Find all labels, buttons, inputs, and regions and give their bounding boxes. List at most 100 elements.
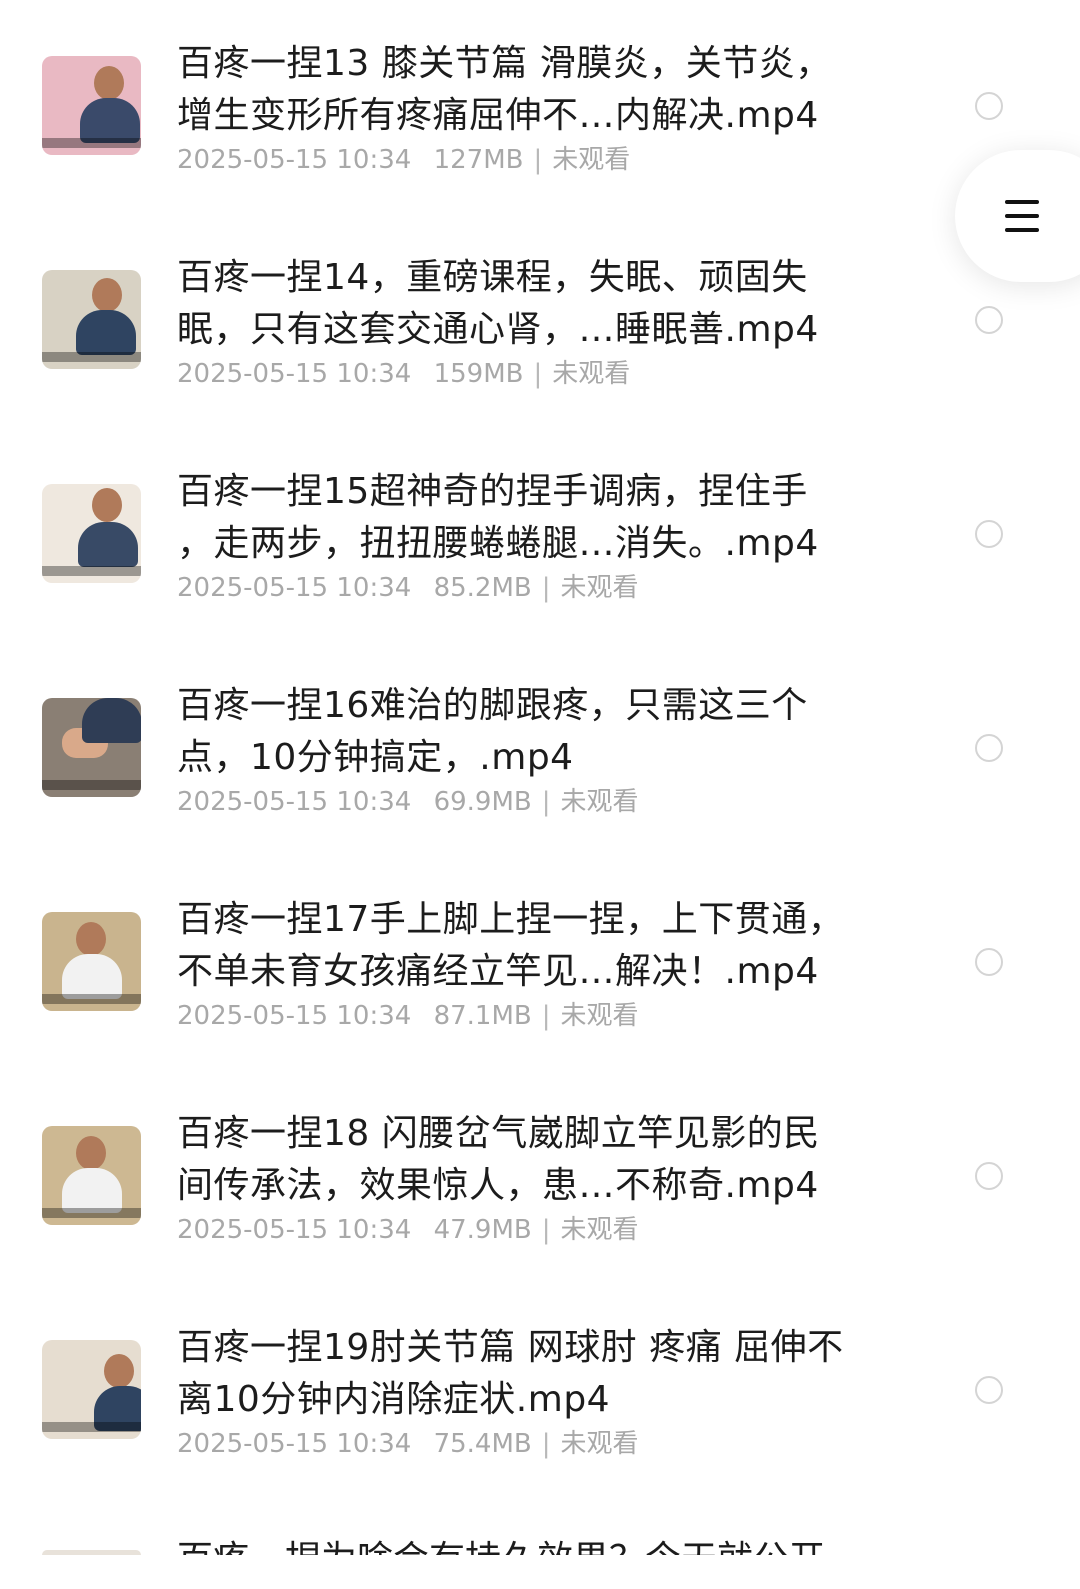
video-list: 百疼一捏13 膝关节篇 滑膜炎，关节炎， 增生变形所有疼痛屈伸不…内解决.mp4…	[0, 0, 1080, 1589]
list-item[interactable]: 百疼一捏17手上脚上捏一捏，上下贯通， 不单未育女孩痛经立竿见…解决！.mp4 …	[0, 856, 1080, 1070]
floating-menu-button[interactable]	[955, 150, 1080, 282]
video-status: 未观看	[552, 145, 631, 175]
video-title-line2: ，走两步，扭扭腰蜷蜷腿…消失。.mp4	[177, 523, 819, 564]
video-title-line1: 百疼一捏14，重磅课程，失眠、顽固失	[177, 257, 808, 298]
thumbnail-caption-bar	[42, 994, 141, 1004]
video-title[interactable]: 百疼一捏15超神奇的捏手调病，捏住手 ，走两步，扭扭腰蜷蜷腿…消失。.mp4	[177, 466, 877, 570]
list-item[interactable]: 百疼一捏16难治的脚跟疼，只需这三个 点，10分钟搞定，.mp4 2025-05…	[0, 642, 1080, 856]
video-size: 127MB	[433, 145, 524, 175]
thumbnail-figure-body	[62, 954, 122, 999]
video-title[interactable]: 百疼一捏18 闪腰岔气崴脚立竿见影的民 间传承法，效果惊人，患…不称奇.mp4	[177, 1108, 877, 1212]
meta-separator: |	[541, 1001, 551, 1031]
select-radio[interactable]	[975, 734, 1003, 762]
video-date: 2025-05-15 10:34	[177, 1001, 412, 1031]
video-date: 2025-05-15 10:34	[177, 787, 412, 817]
video-meta: 2025-05-15 10:34 85.2MB | 未观看	[177, 573, 639, 603]
video-meta: 2025-05-15 10:34 159MB | 未观看	[177, 359, 630, 389]
video-status: 未观看	[560, 1429, 639, 1459]
thumbnail-figure-body	[76, 310, 136, 355]
video-title-partial-line1: 百疼一捏为啥会有持久效果？今天就公开	[177, 1539, 825, 1555]
video-meta: 2025-05-15 10:34 69.9MB | 未观看	[177, 787, 639, 817]
thumbnail-figure-head	[76, 922, 106, 956]
video-meta: 2025-05-15 10:34 127MB | 未观看	[177, 145, 630, 175]
video-title[interactable]: 百疼一捏16难治的脚跟疼，只需这三个 点，10分钟搞定，.mp4	[177, 680, 877, 784]
list-item[interactable]: 百疼一捏18 闪腰岔气崴脚立竿见影的民 间传承法，效果惊人，患…不称奇.mp4 …	[0, 1070, 1080, 1284]
video-status: 未观看	[560, 787, 639, 817]
thumbnail-caption-bar	[42, 1208, 141, 1218]
thumbnail-figure-body	[80, 98, 140, 143]
video-title-line2: 增生变形所有疼痛屈伸不…内解决.mp4	[177, 95, 819, 136]
video-title-line1: 百疼一捏16难治的脚跟疼，只需这三个	[177, 685, 808, 726]
meta-separator: |	[541, 1215, 551, 1245]
meta-separator: |	[541, 787, 551, 817]
video-title-line1: 百疼一捏13 膝关节篇 滑膜炎，关节炎，	[177, 43, 832, 84]
video-size: 47.9MB	[433, 1215, 532, 1245]
select-radio[interactable]	[975, 306, 1003, 334]
thumbnail-figure-body	[62, 1168, 122, 1213]
video-date: 2025-05-15 10:34	[177, 1429, 412, 1459]
thumbnail-figure-body	[82, 698, 141, 743]
select-radio[interactable]	[975, 520, 1003, 548]
video-thumbnail[interactable]	[42, 484, 141, 583]
video-size: 75.4MB	[433, 1429, 532, 1459]
video-thumbnail[interactable]	[42, 912, 141, 1011]
meta-separator: |	[541, 573, 551, 603]
video-size: 159MB	[433, 359, 524, 389]
thumbnail-figure-head	[104, 1354, 134, 1388]
video-status: 未观看	[560, 573, 639, 603]
select-radio[interactable]	[975, 948, 1003, 976]
video-meta: 2025-05-15 10:34 75.4MB | 未观看	[177, 1429, 639, 1459]
select-radio[interactable]	[975, 1162, 1003, 1190]
video-title-partial[interactable]: 百疼一捏为啥会有持久效果？今天就公开	[177, 1534, 877, 1555]
thumbnail-figure-body	[78, 522, 138, 567]
video-title-line2: 离10分钟内消除症状.mp4	[177, 1379, 611, 1420]
video-title[interactable]: 百疼一捏14，重磅课程，失眠、顽固失 眠，只有这套交通心肾，…睡眠善.mp4	[177, 252, 877, 356]
video-size: 69.9MB	[433, 787, 532, 817]
select-radio[interactable]	[975, 1376, 1003, 1404]
list-item[interactable]: 百疼一捏14，重磅课程，失眠、顽固失 眠，只有这套交通心肾，…睡眠善.mp4 2…	[0, 214, 1080, 428]
list-item[interactable]: 百疼一捏19肘关节篇 网球肘 疼痛 屈伸不 离10分钟内消除症状.mp4 202…	[0, 1284, 1080, 1498]
video-title-line1: 百疼一捏18 闪腰岔气崴脚立竿见影的民	[177, 1113, 820, 1154]
video-date: 2025-05-15 10:34	[177, 145, 412, 175]
video-title-line1: 百疼一捏15超神奇的捏手调病，捏住手	[177, 471, 808, 512]
video-title[interactable]: 百疼一捏17手上脚上捏一捏，上下贯通， 不单未育女孩痛经立竿见…解决！.mp4	[177, 894, 877, 998]
video-status: 未观看	[552, 359, 631, 389]
video-meta: 2025-05-15 10:34 47.9MB | 未观看	[177, 1215, 639, 1245]
video-title-line2: 眠，只有这套交通心肾，…睡眠善.mp4	[177, 309, 819, 350]
video-title-line2: 点，10分钟搞定，.mp4	[177, 737, 574, 778]
thumbnail-figure-head	[92, 488, 122, 522]
thumbnail-figure-head	[94, 66, 124, 100]
video-title-line1: 百疼一捏19肘关节篇 网球肘 疼痛 屈伸不	[177, 1327, 844, 1368]
video-thumbnail-partial[interactable]	[42, 1550, 141, 1555]
video-title-line2: 不单未育女孩痛经立竿见…解决！.mp4	[177, 951, 819, 992]
video-title[interactable]: 百疼一捏19肘关节篇 网球肘 疼痛 屈伸不 离10分钟内消除症状.mp4	[177, 1322, 877, 1426]
video-date: 2025-05-15 10:34	[177, 573, 412, 603]
video-thumbnail[interactable]	[42, 1340, 141, 1439]
video-thumbnail[interactable]	[42, 698, 141, 797]
video-date: 2025-05-15 10:34	[177, 1215, 412, 1245]
video-status: 未观看	[560, 1215, 639, 1245]
thumbnail-caption-bar	[42, 1422, 141, 1432]
thumbnail-figure-head	[92, 278, 122, 312]
video-meta: 2025-05-15 10:34 87.1MB | 未观看	[177, 1001, 639, 1031]
list-item[interactable]: 百疼一捏15超神奇的捏手调病，捏住手 ，走两步，扭扭腰蜷蜷腿…消失。.mp4 2…	[0, 428, 1080, 642]
video-title-line2: 间传承法，效果惊人，患…不称奇.mp4	[177, 1165, 819, 1206]
video-title[interactable]: 百疼一捏13 膝关节篇 滑膜炎，关节炎， 增生变形所有疼痛屈伸不…内解决.mp4	[177, 38, 877, 142]
meta-separator: |	[541, 1429, 551, 1459]
meta-separator: |	[533, 359, 543, 389]
thumbnail-caption-bar	[42, 352, 141, 362]
menu-icon	[1005, 200, 1039, 234]
meta-separator: |	[533, 145, 543, 175]
video-size: 87.1MB	[433, 1001, 532, 1031]
video-status: 未观看	[560, 1001, 639, 1031]
list-item[interactable]: 百疼一捏13 膝关节篇 滑膜炎，关节炎， 增生变形所有疼痛屈伸不…内解决.mp4…	[0, 0, 1080, 214]
video-size: 85.2MB	[433, 573, 532, 603]
video-thumbnail[interactable]	[42, 1126, 141, 1225]
thumbnail-caption-bar	[42, 138, 141, 148]
thumbnail-figure-head	[76, 1136, 106, 1170]
video-thumbnail[interactable]	[42, 56, 141, 155]
video-title-line1: 百疼一捏17手上脚上捏一捏，上下贯通，	[177, 899, 845, 940]
select-radio[interactable]	[975, 92, 1003, 120]
thumbnail-caption-bar	[42, 780, 141, 790]
video-thumbnail[interactable]	[42, 270, 141, 369]
